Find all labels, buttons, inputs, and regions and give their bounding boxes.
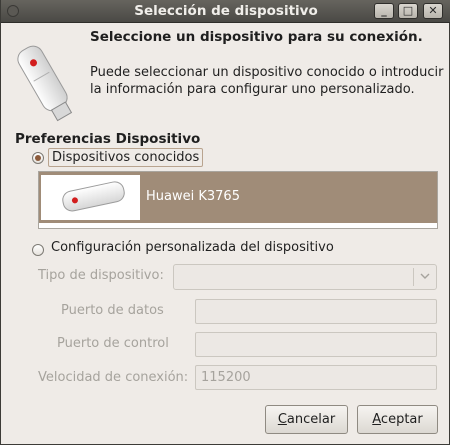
title-bar[interactable]: Selección de dispositivo _ □ ✕ xyxy=(1,0,450,23)
control-port-label: Puerto de control xyxy=(57,336,169,351)
dialog-description: Puede seleccionar un dispositivo conocid… xyxy=(90,65,444,97)
accept-button-label: A xyxy=(372,412,381,427)
connection-speed-input[interactable]: 115200 xyxy=(195,365,437,390)
device-row[interactable]: Huawei K3765 xyxy=(39,172,437,223)
custom-device-label[interactable]: Configuración personalizada del disposit… xyxy=(51,240,334,255)
accept-button-label-rest: ceptar xyxy=(380,412,423,427)
combo-separator xyxy=(413,268,414,286)
section-title: Preferencias Dispositivo xyxy=(15,131,201,147)
close-button[interactable]: ✕ xyxy=(423,3,443,19)
usb-modem-icon xyxy=(62,181,125,212)
device-list[interactable]: Huawei K3765 xyxy=(38,171,438,229)
device-thumbnail xyxy=(41,175,140,220)
known-devices-radio[interactable] xyxy=(32,152,44,164)
chevron-down-icon[interactable] xyxy=(419,268,431,284)
data-port-label: Puerto de datos xyxy=(61,303,164,318)
usb-modem-icon xyxy=(17,45,73,122)
connection-speed-label: Velocidad de conexión: xyxy=(38,370,189,385)
dialog-heading: Seleccione un dispositivo para su conexi… xyxy=(90,29,423,45)
accept-button[interactable]: Aceptar xyxy=(357,405,438,434)
control-port-input[interactable] xyxy=(195,332,437,357)
custom-device-radio[interactable] xyxy=(32,244,44,256)
data-port-input[interactable] xyxy=(195,299,437,324)
cancel-button[interactable]: Cancelar xyxy=(265,405,348,434)
maximize-button[interactable]: □ xyxy=(398,3,418,19)
device-type-combo[interactable] xyxy=(173,264,437,290)
device-type-label: Tipo de dispositivo: xyxy=(38,268,164,283)
dialog-window: Selección de dispositivo _ □ ✕ Seleccion… xyxy=(0,0,450,445)
known-devices-label[interactable]: Dispositivos conocidos xyxy=(48,148,204,167)
cancel-button-label: C xyxy=(277,412,287,427)
minimize-button[interactable]: _ xyxy=(374,3,394,19)
device-name: Huawei K3765 xyxy=(146,189,240,204)
cancel-button-label-rest: ancelar xyxy=(286,412,336,427)
